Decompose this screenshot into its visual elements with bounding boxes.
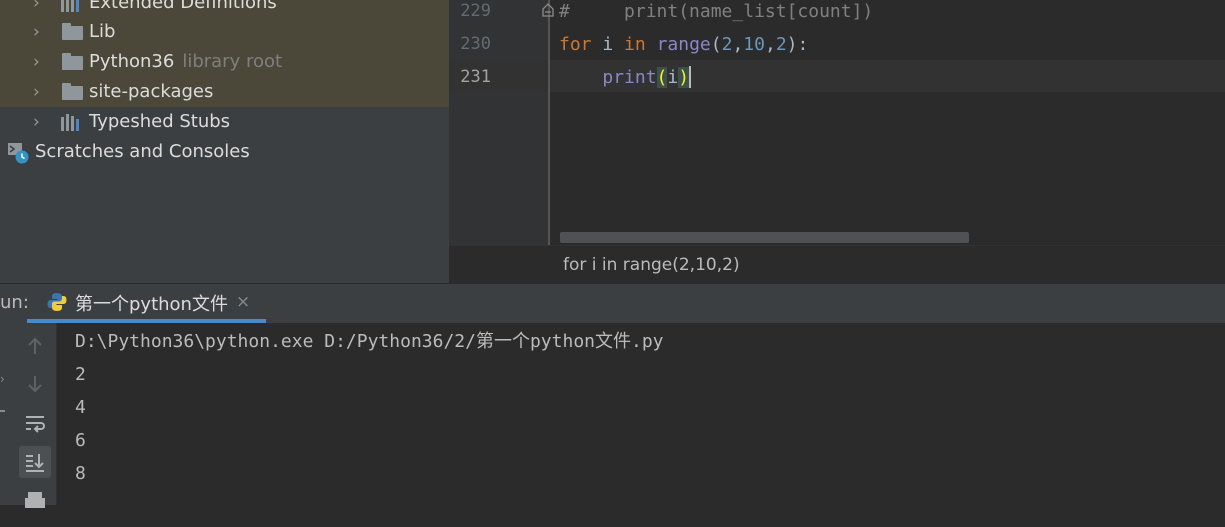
tree-item-extended-definitions[interactable]: › Extended Definitions xyxy=(0,0,449,18)
arrow-up-icon[interactable] xyxy=(19,330,51,362)
close-icon[interactable]: × xyxy=(236,292,250,312)
breadcrumb: for i in range(2,10,2) xyxy=(449,245,1225,284)
console-output-line: 2 xyxy=(75,364,86,385)
library-icon xyxy=(61,114,83,131)
comment-text: # print(name_list[count]) xyxy=(559,1,874,22)
library-icon xyxy=(61,0,83,12)
chevron-right-icon[interactable]: › xyxy=(33,0,40,18)
line-number: 229 xyxy=(460,1,491,21)
breadcrumb-item[interactable]: for i in range(2,10,2) xyxy=(563,255,740,275)
gutter-divider xyxy=(548,0,550,245)
folder-icon xyxy=(62,53,83,70)
tree-item-label: Scratches and Consoles xyxy=(35,141,250,162)
side-marker: › xyxy=(0,372,5,386)
tree-item-site-packages[interactable]: › site-packages xyxy=(0,77,449,107)
arrow-down-icon[interactable] xyxy=(19,368,51,400)
line-number: 230 xyxy=(460,34,491,54)
folder-icon xyxy=(62,23,83,40)
scroll-to-end-icon[interactable] xyxy=(19,446,51,478)
tree-item-label: Typeshed Stubs xyxy=(89,111,231,132)
line-number-current: 231 xyxy=(460,67,491,87)
tree-item-lib[interactable]: › Lib xyxy=(0,17,449,47)
side-marker xyxy=(0,410,5,412)
tree-item-typeshed-stubs[interactable]: › Typeshed Stubs xyxy=(0,107,449,137)
run-tab-label: 第一个python文件 xyxy=(75,294,228,315)
run-left-strip xyxy=(0,323,14,505)
soft-wrap-icon[interactable] xyxy=(19,408,51,440)
run-label: un: xyxy=(0,292,29,313)
tree-item-python36[interactable]: › Python36 library root xyxy=(0,47,449,77)
tree-item-scratches[interactable]: Scratches and Consoles xyxy=(0,137,449,167)
scratches-icon xyxy=(8,143,29,164)
editor-horizontal-scrollbar[interactable] xyxy=(560,232,969,243)
tree-item-label: Lib xyxy=(89,21,116,42)
library-root-hint: library root xyxy=(182,51,283,72)
tree-item-label: site-packages xyxy=(89,81,214,102)
project-tree-panel: › Extended Definitions › Lib › Python36 l… xyxy=(0,0,449,283)
tree-item-label: Python36 xyxy=(89,51,175,72)
console-output-line: 6 xyxy=(75,430,86,451)
python-icon xyxy=(47,293,67,311)
text-caret xyxy=(689,65,692,88)
print-icon[interactable] xyxy=(19,486,51,518)
fold-marker-icon[interactable] xyxy=(541,3,555,17)
chevron-right-icon[interactable]: › xyxy=(33,77,40,107)
code-line-230[interactable]: for i in range(2,10,2): xyxy=(559,28,808,61)
code-line-231[interactable]: print(i) xyxy=(559,61,692,94)
code-line-229[interactable]: # print(name_list[count]) xyxy=(559,0,873,28)
console-command-line: D:\Python36\python.exe D:/Python36/2/第一个… xyxy=(75,331,664,352)
folder-icon xyxy=(62,83,83,100)
chevron-right-icon[interactable]: › xyxy=(33,47,40,77)
tree-item-label: Extended Definitions xyxy=(89,0,277,13)
chevron-right-icon[interactable]: › xyxy=(33,107,40,137)
console-output-line: 4 xyxy=(75,397,86,418)
chevron-right-icon[interactable]: › xyxy=(33,17,40,47)
console-output-line: 8 xyxy=(75,463,86,484)
